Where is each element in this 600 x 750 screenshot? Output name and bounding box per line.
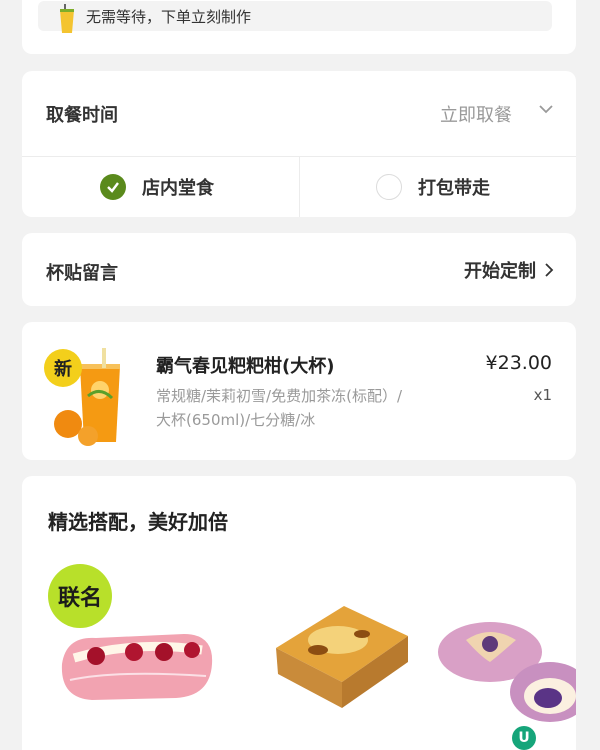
- product-quantity: x1: [533, 386, 552, 404]
- product-specs: 常规糖/茉莉初雪/免费加茶冻(标配）/ 大杯(650ml)/七分糖/冰: [156, 384, 456, 432]
- pickup-time-label: 取餐时间: [46, 105, 118, 126]
- dine-in-label: 店内堂食: [142, 178, 214, 199]
- cup-sticker-label: 杯贴留言: [46, 263, 118, 284]
- strawberry-cream-bread-icon[interactable]: [56, 624, 216, 704]
- notice-card: 无需等待，下单立刻制作: [22, 0, 576, 54]
- new-badge: 新: [44, 349, 82, 387]
- watermark-logo-icon: U: [512, 726, 536, 750]
- start-customize-link[interactable]: 开始定制: [464, 257, 556, 283]
- cup-sticker-card[interactable]: 杯贴留言 开始定制: [22, 233, 576, 306]
- purple-yam-bun-icon[interactable]: [432, 616, 576, 726]
- collab-badge: 联名: [48, 564, 112, 628]
- pickup-card: 取餐时间 立即取餐 店内堂食 打包带走: [22, 71, 576, 217]
- combo-suggestions-card: 精选搭配，美好加倍 联名 U: [22, 476, 576, 750]
- chevron-down-icon[interactable]: [538, 101, 554, 117]
- product-specs-line: 大杯(650ml)/七分糖/冰: [156, 411, 316, 429]
- divider: [299, 156, 300, 217]
- checkmark-icon[interactable]: [100, 174, 126, 200]
- notice-text: 无需等待，下单立刻制作: [86, 7, 252, 26]
- takeout-option[interactable]: 打包带走: [376, 157, 490, 217]
- product-price: ¥23.00: [485, 352, 552, 374]
- takeout-label: 打包带走: [418, 178, 490, 199]
- dine-in-option[interactable]: 店内堂食: [100, 157, 214, 217]
- chevron-right-icon: [545, 263, 554, 277]
- start-customize-text: 开始定制: [464, 261, 536, 282]
- brulee-toast-icon[interactable]: [258, 600, 408, 720]
- radio-empty-icon[interactable]: [376, 174, 402, 200]
- milk-tea-cup-icon: [60, 4, 74, 33]
- product-name: 霸气春见粑粑柑(大杯): [156, 356, 335, 377]
- pickup-time-value[interactable]: 立即取餐: [440, 101, 512, 127]
- cart-item-card: 新 霸气春见粑粑柑(大杯) ¥23.00 常规糖/茉莉初雪/免费加茶冻(标配）/…: [22, 322, 576, 460]
- product-specs-line: 常规糖/茉莉初雪/免费加茶冻(标配）/: [156, 387, 403, 405]
- combo-title: 精选搭配，美好加倍: [48, 510, 228, 534]
- notice-bar: 无需等待，下单立刻制作: [38, 1, 552, 33]
